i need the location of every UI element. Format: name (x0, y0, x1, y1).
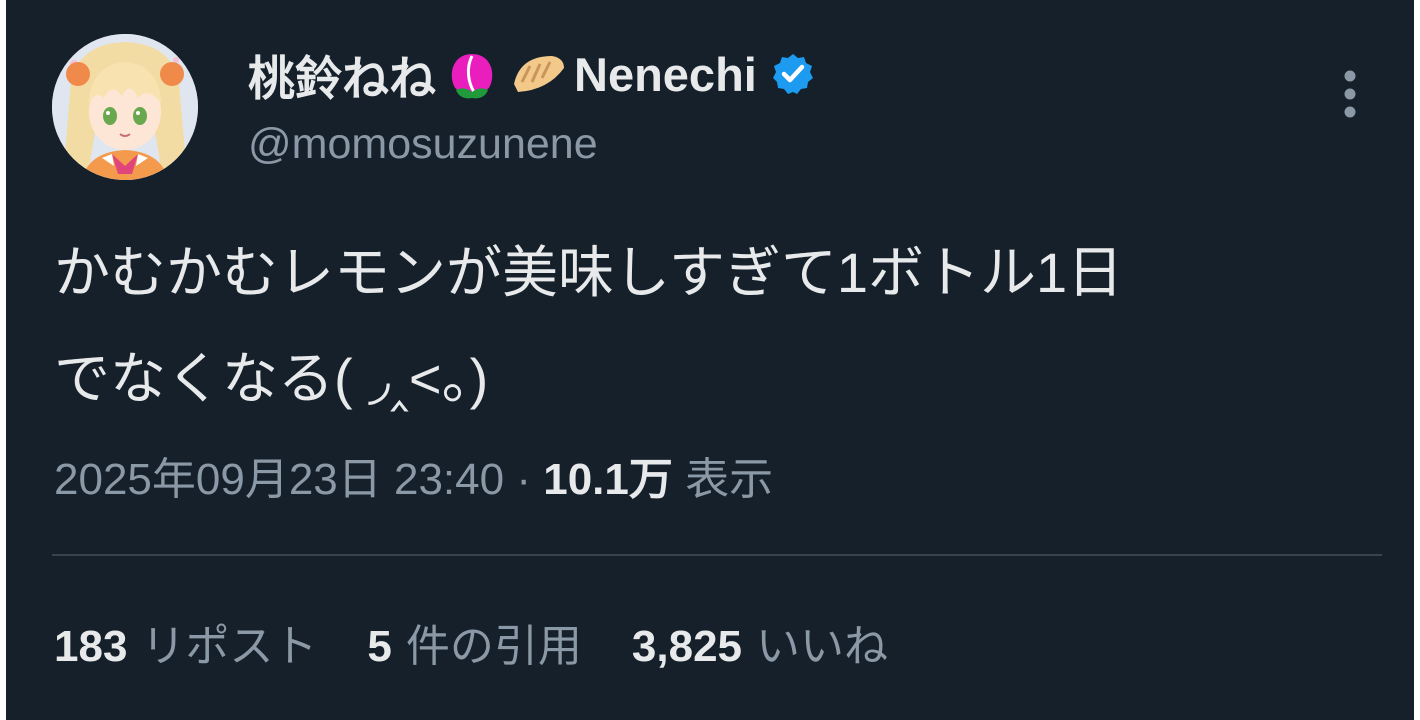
peach-emoji-icon (442, 46, 502, 102)
verified-badge-icon[interactable] (771, 52, 815, 96)
tweet-card: 桃鈴ねね Nenechi @momosuzunene かむかむレモンが美味しすぎ… (6, 0, 1414, 720)
author-display-name[interactable]: 桃鈴ねね Nenechi (248, 42, 815, 106)
dumpling-emoji-icon (508, 46, 568, 102)
likes-label: いいね (756, 622, 889, 671)
reposts-label: リポスト (141, 622, 318, 671)
more-vertical-icon (1344, 70, 1356, 118)
tweet-text-line-2: でなくなる( ◞‸<。) (54, 347, 489, 410)
likes-count: 3,825 (631, 622, 743, 671)
more-options-button[interactable] (1332, 66, 1368, 122)
author-handle[interactable]: @momosuzunene (248, 120, 598, 169)
divider (52, 554, 1382, 556)
tweet-meta: 2025年09月23日 23:40 · 10.1万 表示 (54, 443, 773, 507)
tweet-timestamp[interactable]: 2025年09月23日 23:40 (54, 455, 504, 504)
likes-stat[interactable]: 3,825 いいね (632, 610, 888, 674)
tweet-text: かむかむレモンが美味しすぎて1ボトル1日 でなくなる( ◞‸<。) (54, 220, 1354, 432)
reposts-stat[interactable]: 183 リポスト (54, 610, 317, 674)
reposts-count: 183 (54, 622, 128, 671)
views-count: 10.1万 (543, 455, 673, 504)
tweet-text-line-1: かむかむレモンが美味しすぎて1ボトル1日 (54, 241, 1124, 304)
display-name-suffix: Nenechi (574, 47, 757, 101)
display-name-text: 桃鈴ねね (248, 51, 436, 105)
tweet-stats: 183 リポスト 5 件の引用 3,825 いいね (54, 610, 888, 674)
author-avatar[interactable] (52, 34, 198, 180)
quotes-stat[interactable]: 5 件の引用 (367, 610, 581, 674)
quotes-count: 5 (367, 622, 392, 671)
meta-separator: · (504, 455, 544, 504)
views-label: 表示 (685, 455, 774, 504)
quotes-label: 件の引用 (405, 622, 582, 671)
